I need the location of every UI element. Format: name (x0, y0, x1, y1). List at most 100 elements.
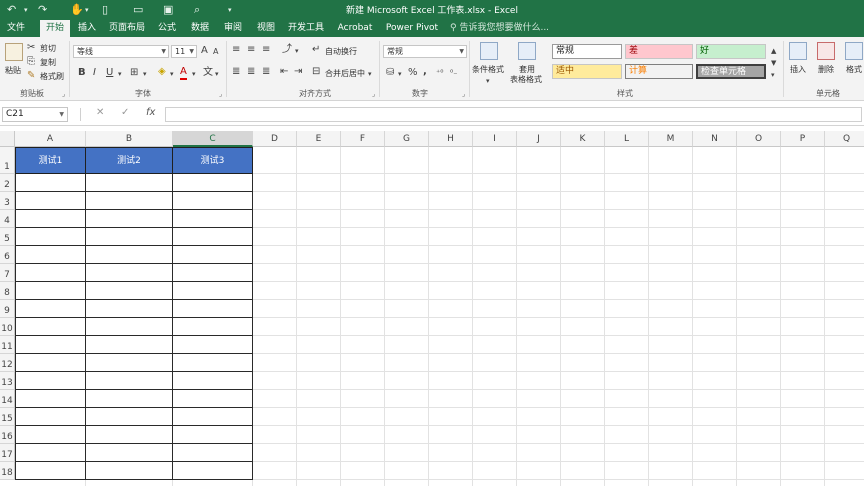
row-header-18[interactable]: 18 (0, 462, 15, 480)
shrink-font-button[interactable]: A (213, 46, 218, 58)
accounting-format-icon[interactable]: ⛁ (386, 67, 394, 79)
row-header-15[interactable]: 15 (0, 408, 15, 426)
table-cell-c4[interactable] (173, 210, 253, 228)
table-cell-b17[interactable] (86, 444, 173, 462)
phonetic-dropdown-icon[interactable]: ▾ (215, 68, 219, 80)
delete-cells-icon[interactable] (817, 42, 835, 60)
comma-button[interactable]: , (423, 66, 427, 78)
table-cell-a6[interactable] (15, 246, 86, 264)
align-center-icon[interactable]: ≣ (247, 66, 255, 78)
table-cell-c17[interactable] (173, 444, 253, 462)
style-normal[interactable]: 常规 (552, 44, 622, 59)
column-header-l[interactable]: L (605, 131, 649, 147)
table-cell-a13[interactable] (15, 372, 86, 390)
fill-color-dropdown-icon[interactable]: ▾ (170, 68, 174, 80)
clipboard-launcher-icon[interactable]: ⌟ (62, 90, 65, 98)
styles-scroll-up-icon[interactable]: ▲ (771, 45, 776, 57)
table-cell-a14[interactable] (15, 390, 86, 408)
table-cell-a5[interactable] (15, 228, 86, 246)
wrap-text-button[interactable]: 自动换行 (325, 46, 357, 57)
table-cell-a17[interactable] (15, 444, 86, 462)
decrease-indent-icon[interactable]: ⇤ (280, 66, 288, 78)
cut-button[interactable]: 剪切 (40, 43, 56, 54)
column-header-n[interactable]: N (693, 131, 737, 147)
style-calculation[interactable]: 计算 (625, 64, 693, 79)
conditional-format-icon[interactable] (480, 42, 498, 60)
align-bottom-icon[interactable]: ≡ (262, 44, 270, 56)
table-cell-c16[interactable] (173, 426, 253, 444)
table-cell-b7[interactable] (86, 264, 173, 282)
conditional-format-button[interactable]: 条件格式 (472, 64, 504, 75)
format-cells-button[interactable]: 格式 (846, 64, 862, 75)
borders-dropdown-icon[interactable]: ▾ (143, 68, 147, 80)
decrease-decimal-icon[interactable]: ⁰₋ (450, 67, 457, 79)
tab-home[interactable]: 开始 (40, 20, 70, 37)
table-cell-a11[interactable] (15, 336, 86, 354)
table-cell-b16[interactable] (86, 426, 173, 444)
table-cell-a18[interactable] (15, 462, 86, 480)
font-name-select[interactable]: 等线 ▼ (73, 45, 169, 58)
table-cell-b11[interactable] (86, 336, 173, 354)
table-cell-c12[interactable] (173, 354, 253, 372)
table-cell-a10[interactable] (15, 318, 86, 336)
table-cell-b2[interactable] (86, 174, 173, 192)
column-header-d[interactable]: D (253, 131, 297, 147)
row-header-16[interactable]: 16 (0, 426, 15, 444)
copy-button[interactable]: 复制 (40, 57, 56, 68)
merge-dropdown-icon[interactable]: ▾ (368, 68, 372, 80)
column-header-o[interactable]: O (737, 131, 781, 147)
grow-font-button[interactable]: A (201, 45, 208, 57)
table-header-cell[interactable]: 测试2 (86, 147, 173, 174)
table-cell-a8[interactable] (15, 282, 86, 300)
table-cell-a7[interactable] (15, 264, 86, 282)
row-header-4[interactable]: 4 (0, 210, 15, 228)
align-left-icon[interactable]: ≣ (232, 66, 240, 78)
column-header-j[interactable]: J (517, 131, 561, 147)
row-header-6[interactable]: 6 (0, 246, 15, 264)
column-header-g[interactable]: G (385, 131, 429, 147)
table-cell-b13[interactable] (86, 372, 173, 390)
column-header-p[interactable]: P (781, 131, 825, 147)
styles-scroll-down-icon[interactable]: ▼ (771, 57, 776, 69)
row-header-7[interactable]: 7 (0, 264, 15, 282)
table-cell-b9[interactable] (86, 300, 173, 318)
table-cell-a3[interactable] (15, 192, 86, 210)
table-format-icon[interactable] (518, 42, 536, 60)
align-right-icon[interactable]: ≣ (262, 66, 270, 78)
table-cell-c13[interactable] (173, 372, 253, 390)
table-cell-c14[interactable] (173, 390, 253, 408)
column-header-b[interactable]: B (86, 131, 173, 147)
table-header-cell[interactable]: 测试1 (15, 147, 86, 174)
accounting-dropdown-icon[interactable]: ▾ (398, 68, 402, 80)
tab-view[interactable]: 视图 (252, 20, 280, 37)
column-header-c[interactable]: C (173, 131, 253, 147)
row-header-13[interactable]: 13 (0, 372, 15, 390)
worksheet-grid[interactable]: ABCDEFGHIJKLMNOPQ 1 2 3 4 5 6 7 8 9 10 11 12 13 14 15 1… (0, 127, 864, 486)
table-cell-c18[interactable] (173, 462, 253, 480)
table-cell-c5[interactable] (173, 228, 253, 246)
alignment-launcher-icon[interactable]: ⌟ (372, 90, 375, 98)
row-header-5[interactable]: 5 (0, 228, 15, 246)
align-middle-icon[interactable]: ≡ (247, 44, 255, 56)
table-format-label-2[interactable]: 表格格式 (510, 74, 542, 85)
select-all-corner[interactable] (0, 131, 15, 147)
table-cell-c15[interactable] (173, 408, 253, 426)
orientation-dropdown-icon[interactable]: ▾ (295, 45, 299, 57)
table-cell-b10[interactable] (86, 318, 173, 336)
row-header-9[interactable]: 9 (0, 300, 15, 318)
merge-center-button[interactable]: 合并后居中 (325, 68, 365, 79)
style-bad[interactable]: 差 (625, 44, 693, 59)
column-header-h[interactable]: H (429, 131, 473, 147)
row-header-14[interactable]: 14 (0, 390, 15, 408)
borders-icon[interactable]: ⊞ (130, 67, 138, 79)
tab-file[interactable]: 文件 (0, 20, 32, 37)
tab-developer[interactable]: 开发工具 (284, 20, 328, 37)
column-header-f[interactable]: F (341, 131, 385, 147)
table-cell-c10[interactable] (173, 318, 253, 336)
table-cell-a2[interactable] (15, 174, 86, 192)
table-cell-c6[interactable] (173, 246, 253, 264)
number-launcher-icon[interactable]: ⌟ (462, 90, 465, 98)
fill-color-icon[interactable]: ◈ (158, 66, 166, 78)
tab-data[interactable]: 数据 (186, 20, 214, 37)
font-size-select[interactable]: 11 ▼ (171, 45, 197, 58)
